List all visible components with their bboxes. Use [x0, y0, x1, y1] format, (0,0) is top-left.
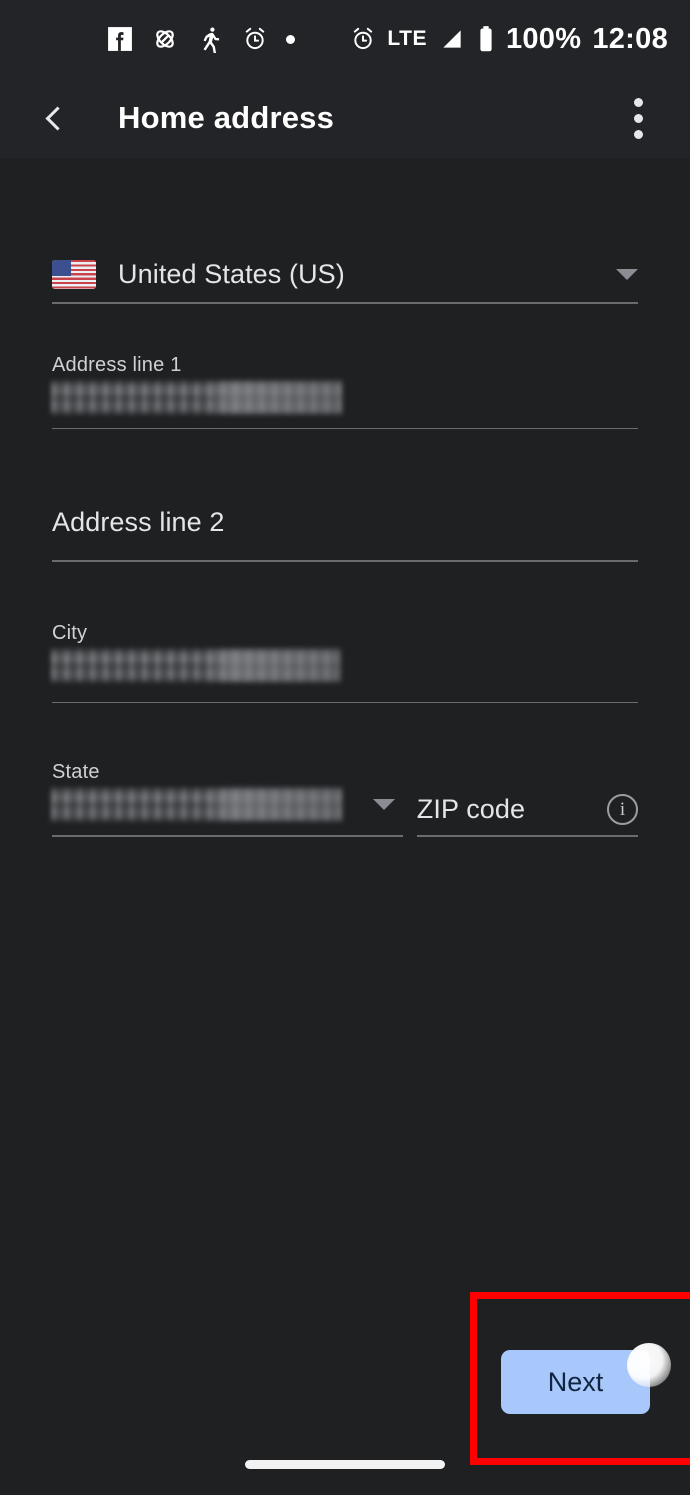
address-form: United States (US) Address line 1 Addres…: [0, 158, 690, 837]
status-bar: LTE 100% 12:08: [0, 0, 690, 78]
facebook-icon: [108, 27, 132, 51]
address-line-1-field[interactable]: Address line 1: [52, 353, 638, 429]
state-value-redacted: [52, 788, 342, 821]
zip-code-placeholder: ZIP code: [416, 793, 526, 824]
city-value-redacted: [52, 648, 340, 682]
address-line-1-label: Address line 1: [52, 353, 182, 376]
address-line-2-placeholder: Address line 2: [52, 507, 225, 537]
chevron-down-icon: [372, 799, 395, 810]
running-person-icon: [203, 26, 220, 53]
field-underline: [52, 302, 638, 304]
state-zip-row: State ZIP code i: [52, 761, 638, 837]
info-circle-icon[interactable]: i: [607, 793, 638, 825]
info-glyph: i: [619, 798, 626, 820]
state-field[interactable]: State: [52, 761, 403, 837]
status-bar-system: LTE 100% 12:08: [350, 22, 668, 55]
battery-percentage-label: 100%: [505, 22, 582, 55]
us-flag-icon: [52, 259, 96, 289]
link-icon: [156, 30, 174, 48]
state-label: State: [52, 761, 100, 783]
clock-label: 12:08: [592, 22, 668, 55]
back-button[interactable]: [20, 83, 90, 153]
address-line-1-value-redacted: [52, 380, 342, 414]
alarm-clock-icon: [245, 27, 265, 50]
country-value: United States (US): [118, 258, 345, 289]
home-gesture-bar[interactable]: [245, 1460, 445, 1469]
more-vertical-icon[interactable]: [616, 88, 660, 148]
alarm-clock-icon: [354, 27, 373, 50]
dot-icon: [286, 34, 295, 44]
app-bar: Home address: [0, 78, 690, 158]
tap-indicator: [627, 1343, 671, 1387]
country-selector[interactable]: United States (US): [52, 250, 638, 304]
signal-triangle-icon: [443, 30, 461, 48]
field-underline: [52, 427, 638, 429]
city-field[interactable]: City: [52, 621, 638, 703]
field-underline: [52, 560, 638, 562]
status-bar-notifications: [107, 25, 295, 53]
chevron-down-icon: [616, 268, 638, 280]
address-line-2-field[interactable]: Address line 2: [52, 507, 638, 562]
phone-screen: LTE 100% 12:08 Home address United State…: [0, 0, 690, 1495]
network-type-label: LTE: [387, 27, 427, 50]
back-chevron-icon: [45, 105, 70, 131]
field-underline: [416, 835, 638, 837]
page-title: Home address: [118, 100, 335, 135]
battery-full-icon: [480, 26, 492, 52]
field-underline: [52, 835, 403, 837]
city-label: City: [52, 621, 88, 644]
zip-code-field[interactable]: ZIP code i: [416, 783, 638, 837]
field-underline: [52, 701, 638, 703]
